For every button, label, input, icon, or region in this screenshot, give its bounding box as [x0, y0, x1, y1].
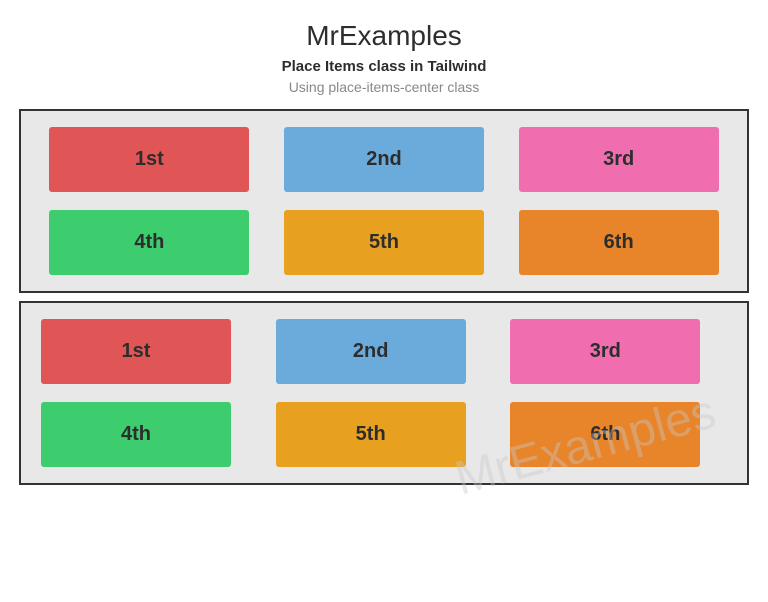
page-description: Using place-items-center class	[289, 79, 480, 95]
grid-item: 6th	[519, 210, 719, 275]
grid-item: 2nd	[284, 127, 484, 192]
grid-item: 2nd	[276, 319, 466, 384]
grid-item: 3rd	[510, 319, 700, 384]
page-subtitle: Place Items class in Tailwind	[282, 58, 487, 75]
grid-item: 5th	[276, 402, 466, 467]
grid-item: 6th	[510, 402, 700, 467]
grid-item: 3rd	[519, 127, 719, 192]
page-title: MrExamples	[306, 20, 462, 52]
grid-item: 1st	[49, 127, 249, 192]
grid-item: 5th	[284, 210, 484, 275]
grid-item: 4th	[41, 402, 231, 467]
grid-1: 1st 2nd 3rd 4th 5th 6th	[19, 109, 749, 293]
grid-2: 1st 2nd 3rd 4th 5th 6th	[19, 301, 749, 485]
grid-item: 4th	[49, 210, 249, 275]
grid-item: 1st	[41, 319, 231, 384]
